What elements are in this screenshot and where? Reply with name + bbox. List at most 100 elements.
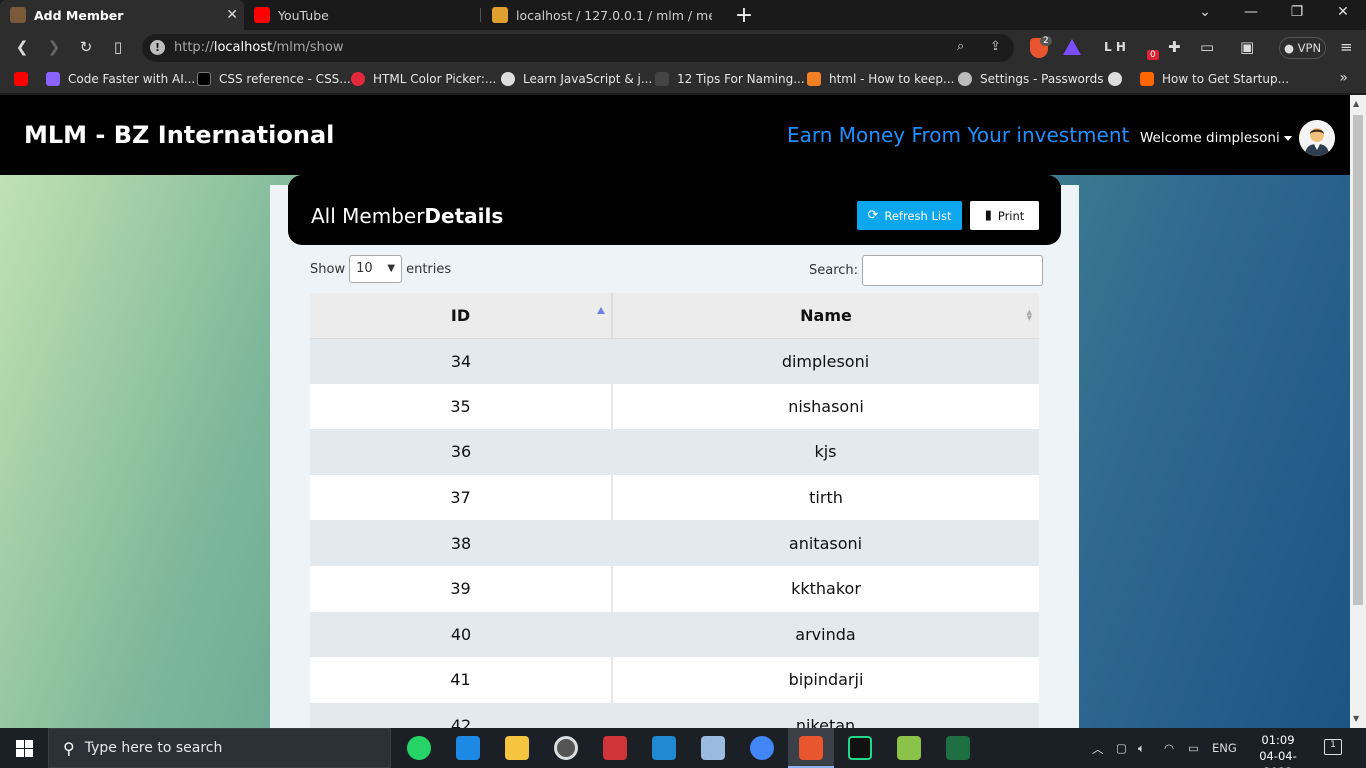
media-player-icon[interactable] (554, 736, 578, 760)
scroll-up-icon[interactable]: ▲ (1353, 99, 1359, 108)
bookmark-favicon-icon (46, 72, 60, 86)
refresh-icon: ⟳ (867, 208, 879, 223)
notification-center-icon[interactable]: 1 (1324, 739, 1342, 755)
table-row: 37 tirth (310, 474, 1039, 521)
more-bookmarks-icon[interactable]: » (1339, 70, 1348, 86)
network-device-icon[interactable]: ▢ (1116, 741, 1127, 755)
member-name: dimplesoni (612, 338, 1039, 384)
address-bar[interactable]: ! http://localhost/mlm/show ⌕ ⇪ (142, 34, 1014, 62)
language-indicator[interactable]: ENG (1212, 741, 1237, 755)
phpmyadmin-icon (492, 7, 508, 23)
caret-down-icon (1283, 135, 1292, 141)
bookmark-item[interactable]: html - How to keep... (807, 72, 955, 86)
bookmark-youtube[interactable] (14, 72, 28, 86)
site-info-icon[interactable]: ! (150, 40, 165, 55)
tab-youtube[interactable]: YouTube (244, 0, 480, 30)
table-row: 34 dimplesoni (310, 338, 1039, 384)
search-input[interactable] (862, 255, 1044, 286)
close-tab-icon[interactable]: ✕ (226, 7, 238, 23)
extensions-puzzle-icon[interactable]: ✚ (1168, 38, 1181, 56)
bookmark-item[interactable]: Learn JavaScript & j... (501, 72, 652, 86)
share-icon[interactable]: ⇪ (990, 39, 1001, 54)
windows-taskbar: ⚲ Type here to search ︿ ▢ 🔈︎ ◠ ▭ ENG 01:… (0, 728, 1366, 768)
print-button[interactable]: ▮ Print (970, 201, 1039, 230)
excel-icon[interactable] (946, 736, 970, 760)
bookmark-item[interactable]: Settings - Passwords (958, 72, 1103, 86)
member-id: 38 (310, 520, 612, 566)
column-header-name[interactable]: Name ▲ ▼ (612, 293, 1039, 339)
maximize-icon[interactable]: ❐ (1287, 4, 1307, 20)
bookmark-icon[interactable]: ▯ (108, 38, 128, 56)
pycharm-icon[interactable] (848, 736, 872, 760)
globe-icon (1108, 72, 1122, 86)
wifi-icon[interactable]: ◠ (1164, 741, 1174, 755)
browser-tab-strip: Add Member ✕ YouTube localhost / 127.0.0… (0, 0, 1366, 30)
show-hidden-icons-icon[interactable]: ︿ (1092, 741, 1104, 757)
clock-date: 04-04-2023 (1259, 749, 1297, 768)
virtualbox-icon[interactable] (701, 736, 725, 760)
url-text[interactable]: http://localhost/mlm/show (174, 40, 343, 55)
table-row: 38 anitasoni (310, 520, 1039, 566)
forward-icon[interactable]: ❯ (44, 38, 64, 56)
whatsapp-icon[interactable] (407, 736, 431, 760)
ycombinator-icon (1140, 72, 1154, 86)
bookmark-item[interactable]: Code Faster with AI... (46, 72, 195, 86)
member-id: 36 (310, 429, 612, 475)
notepad-icon[interactable] (897, 736, 921, 760)
back-icon[interactable]: ❮ (12, 38, 32, 56)
bookmark-item[interactable] (1108, 72, 1130, 86)
bookmark-item[interactable]: CSS reference - CSS... (197, 72, 351, 86)
wallet-icon[interactable]: ▣ (1240, 38, 1254, 56)
member-name: nishasoni (612, 383, 1039, 430)
tab-phpmyadmin[interactable]: localhost / 127.0.0.1 / mlm / members (482, 0, 722, 30)
refresh-list-button[interactable]: ⟳ Refresh List (857, 201, 962, 230)
tab-search-chevron-icon[interactable]: ⌄ (1195, 4, 1215, 20)
vpn-button[interactable]: ● VPN (1279, 37, 1326, 59)
file-explorer-icon[interactable] (505, 736, 529, 760)
bookmark-favicon-icon (655, 72, 669, 86)
scrollbar-thumb[interactable] (1353, 115, 1363, 605)
brave-rewards-icon[interactable] (1063, 39, 1081, 55)
tab-add-member[interactable]: Add Member ✕ (0, 0, 244, 30)
column-header-id[interactable]: ID (310, 293, 613, 339)
sidebar-icon[interactable]: ▭ (1200, 38, 1214, 56)
reload-icon[interactable]: ↻ (76, 38, 96, 56)
tab-title: YouTube (278, 7, 329, 23)
site-brand[interactable]: MLM - BZ International (24, 121, 334, 149)
taskbar-clock[interactable]: 01:09 04-04-2023 (1245, 732, 1311, 768)
tab-favicon-icon (10, 7, 26, 23)
user-menu-toggle[interactable]: Welcome dimplesoni (1140, 130, 1292, 146)
page-scrollbar[interactable]: ▲ ▼ (1350, 95, 1366, 728)
volume-icon[interactable]: 🔈︎ (1138, 741, 1145, 756)
close-window-icon[interactable]: ✕ (1333, 4, 1353, 20)
page-size-control: Show 10 ▼ entries (310, 255, 451, 283)
extension-lh-icon[interactable]: L H (1104, 40, 1126, 54)
taskbar-search[interactable]: ⚲ Type here to search (48, 728, 391, 768)
bookmark-item[interactable]: 12 Tips For Naming... (655, 72, 805, 86)
member-id: 41 (310, 657, 613, 703)
minimize-icon[interactable]: — (1241, 4, 1261, 20)
windows-start-icon[interactable] (16, 740, 33, 757)
battery-icon[interactable]: ▭ (1188, 741, 1199, 755)
site-navbar: MLM - BZ International Earn Money From Y… (0, 95, 1350, 175)
member-id: 39 (310, 565, 613, 612)
new-tab-icon[interactable]: + (734, 3, 754, 28)
explorer-app-icon[interactable] (456, 736, 480, 760)
page-size-select[interactable]: 10 ▼ (349, 255, 403, 283)
browser-menu-icon[interactable]: ≡ (1340, 38, 1353, 56)
extension-badge: 0 (1147, 50, 1159, 60)
member-id: 42 (310, 702, 612, 728)
avatar[interactable] (1299, 120, 1335, 156)
app-grid-icon[interactable] (603, 736, 627, 760)
scroll-down-icon[interactable]: ▼ (1353, 714, 1359, 723)
tab-title: localhost / 127.0.0.1 / mlm / members (516, 7, 712, 23)
site-tagline: Earn Money From Your investment (787, 123, 1130, 147)
youtube-icon (254, 7, 270, 23)
vscode-icon[interactable] (652, 736, 676, 760)
chrome-icon[interactable] (750, 736, 774, 760)
zoom-icon[interactable]: ⌕ (957, 39, 964, 54)
brave-icon[interactable] (799, 736, 823, 760)
bookmark-item[interactable]: HTML Color Picker:... (351, 72, 496, 86)
bookmark-item[interactable]: How to Get Startup... (1140, 72, 1289, 86)
member-name: arvinda (612, 611, 1039, 658)
